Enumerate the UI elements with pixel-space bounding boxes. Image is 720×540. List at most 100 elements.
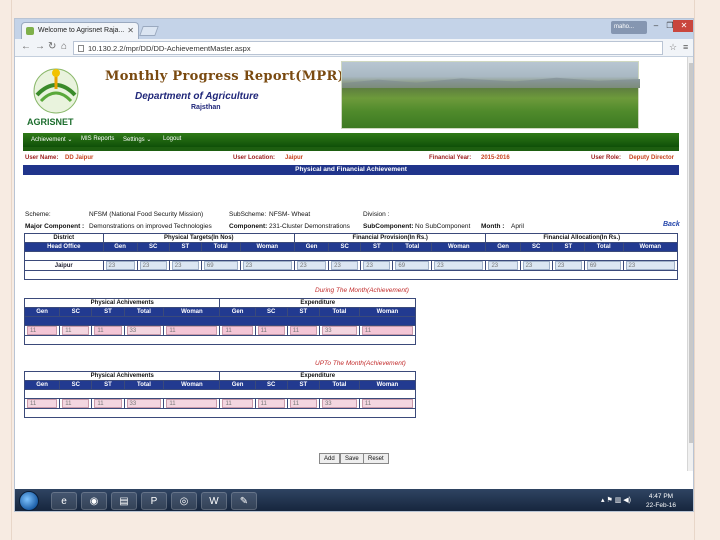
taskbar-clock[interactable]: 4:47 PM 22-Feb-16 <box>641 492 681 510</box>
agrisnet-logo-icon <box>33 68 79 114</box>
table-row: Jaipur 23 23 23 69 23 23 23 23 69 23 23 … <box>24 260 679 271</box>
table-column-header-row: Gen SC ST Total Woman Gen SC ST Total Wo… <box>23 380 417 390</box>
chrome-icon[interactable]: ◎ <box>171 492 197 510</box>
column-header: Woman <box>239 242 295 252</box>
value-field[interactable]: 69 <box>203 261 238 270</box>
value-field[interactable]: 23 <box>625 261 675 270</box>
expenditure-field: 11 <box>361 399 413 408</box>
expenditure-field: 33 <box>321 399 357 408</box>
value-field[interactable]: 23 <box>171 261 199 270</box>
group-header: Physical Targets(In Nos) <box>102 233 295 243</box>
scrollbar-thumb[interactable] <box>689 63 693 443</box>
column-header: ST <box>360 242 394 252</box>
value-field[interactable]: 23 <box>296 261 327 270</box>
month-value: April <box>511 223 525 230</box>
clock-time: 4:47 PM <box>648 493 674 500</box>
paint-icon[interactable]: ✎ <box>231 492 257 510</box>
expenditure-field[interactable]: 11 <box>222 326 253 335</box>
address-bar[interactable]: 10.130.2.2/mpr/DD/DD-AchievementMaster.a… <box>73 41 663 55</box>
user-location-label: User Location: <box>233 155 276 161</box>
value-field[interactable]: 69 <box>586 261 621 270</box>
firefox-icon[interactable]: ◉ <box>81 492 107 510</box>
column-header: Gen <box>219 380 256 390</box>
back-link[interactable]: Back <box>663 221 680 228</box>
table-spacer-row <box>24 389 416 399</box>
page-icon <box>78 45 84 52</box>
screenshot-frame: Welcome to Agrisnet Raja... ✕ maho... – … <box>14 18 694 512</box>
home-icon[interactable]: ⌂ <box>61 41 67 52</box>
expenditure-field: 11 <box>289 399 317 408</box>
expenditure-field[interactable]: 11 <box>361 326 413 335</box>
component-label: Component: <box>229 223 268 230</box>
user-role-value: Deputy Director <box>629 155 675 161</box>
table-spacer-row <box>24 251 678 261</box>
powerpoint-icon[interactable]: P <box>141 492 167 510</box>
page-scrollbar[interactable] <box>687 57 693 471</box>
back-arrow-icon[interactable]: ← <box>21 41 31 52</box>
expenditure-field[interactable]: 33 <box>321 326 357 335</box>
word-icon[interactable]: W <box>201 492 227 510</box>
value-field[interactable]: 23 <box>105 261 135 270</box>
value-field[interactable]: 23 <box>242 261 292 270</box>
achievement-field[interactable]: 33 <box>126 326 162 335</box>
month-label: Month : <box>481 223 505 230</box>
window-close-button[interactable]: ✕ <box>673 20 693 32</box>
profile-chip[interactable]: maho... <box>611 21 647 34</box>
save-button[interactable]: Save <box>340 453 364 464</box>
group-header: District <box>24 233 104 243</box>
district-cell: Jaipur <box>24 260 104 271</box>
scheme-value: NFSM (National Food Security Mission) <box>89 211 204 218</box>
menu-mis-reports[interactable]: MIS Reports <box>81 136 114 142</box>
expenditure-field[interactable]: 11 <box>257 326 285 335</box>
volume-icon[interactable]: ◀) <box>623 497 631 504</box>
value-field[interactable]: 23 <box>488 261 518 270</box>
table-group-header-row: Physical Achivements Expenditure <box>23 371 416 381</box>
achievement-field[interactable]: 11 <box>27 326 58 335</box>
browser-menu-icon[interactable]: ≡ <box>683 42 688 52</box>
tab-close-icon[interactable]: ✕ <box>127 26 134 35</box>
bookmark-star-icon[interactable]: ☆ <box>669 42 677 53</box>
network-icon[interactable]: ▥ <box>615 497 622 504</box>
browser-toolbar: ← → ↻ ⌂ 10.130.2.2/mpr/DD/DD-Achievement… <box>15 39 693 57</box>
achievement-field[interactable]: 11 <box>94 326 122 335</box>
browser-tab[interactable]: Welcome to Agrisnet Raja... ✕ <box>21 22 139 39</box>
value-field[interactable]: 69 <box>395 261 430 270</box>
column-header: Total <box>392 242 433 252</box>
achievement-field[interactable]: 11 <box>62 326 90 335</box>
group-header: Physical Achivements <box>23 371 221 381</box>
add-button[interactable]: Add <box>319 453 340 464</box>
value-field[interactable]: 23 <box>554 261 582 270</box>
value-field[interactable]: 23 <box>522 261 550 270</box>
reload-icon[interactable]: ↻ <box>48 41 56 52</box>
menu-settings[interactable]: Settings ⌄ <box>123 136 151 143</box>
upto-month-caption: UPTo The Month(Achievement) <box>315 360 406 367</box>
table-column-header-row: Gen SC ST Total Woman Gen SC ST Total Wo… <box>23 307 417 317</box>
achievement-field[interactable]: 11 <box>166 326 218 335</box>
reset-button[interactable]: Reset <box>363 453 389 464</box>
report-title: Monthly Progress Report(MPR) <box>105 69 345 84</box>
menu-logout[interactable]: Logout <box>163 136 181 142</box>
main-menu-bar: Achievement ⌄ MIS Reports Settings ⌄ Log… <box>23 133 679 147</box>
achievement-field: 33 <box>126 399 162 408</box>
ie-icon[interactable]: e <box>51 492 77 510</box>
expenditure-field[interactable]: 11 <box>289 326 317 335</box>
value-field[interactable]: 23 <box>434 261 484 270</box>
explorer-icon[interactable]: ▤ <box>111 492 137 510</box>
value-field[interactable]: 23 <box>363 261 391 270</box>
site-banner: AGRISNET Monthly Progress Report(MPR) De… <box>23 61 679 133</box>
value-field[interactable]: 23 <box>331 261 359 270</box>
table-column-header-row: Head Office Gen SC ST Total Woman Gen SC… <box>24 242 679 252</box>
user-info-row: User Name: DD Jaipur User Location: Jaip… <box>23 155 679 165</box>
start-button[interactable] <box>19 491 39 511</box>
component-value: 231-Cluster Demonstrations <box>269 223 350 230</box>
value-field[interactable]: 23 <box>139 261 167 270</box>
menu-achievement[interactable]: Achievement ⌄ <box>31 136 72 143</box>
slide-left-border <box>0 0 12 540</box>
tray-arrow-icon[interactable]: ▴ <box>601 497 605 504</box>
table-spacer-row <box>24 408 416 418</box>
new-tab-button[interactable] <box>139 26 159 36</box>
minimize-button[interactable]: – <box>649 20 663 32</box>
flag-icon[interactable]: ⚑ <box>606 497 612 504</box>
user-location-value: Jaipur <box>285 155 304 161</box>
forward-arrow-icon[interactable]: → <box>35 41 45 52</box>
